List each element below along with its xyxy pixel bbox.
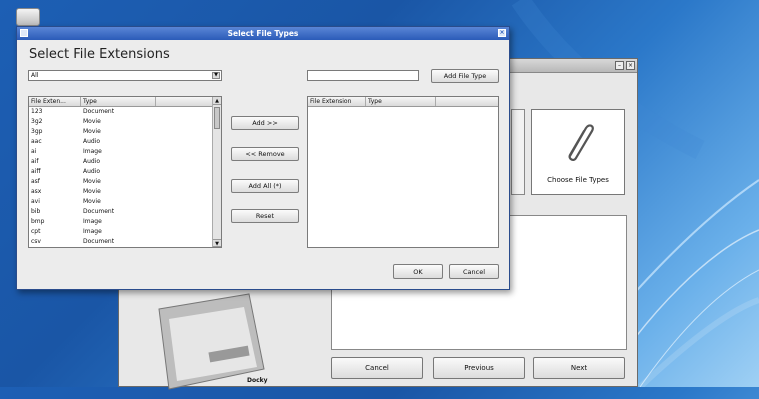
add-all-button[interactable]: Add All (*)	[231, 179, 299, 193]
type-cell: Movie	[83, 178, 101, 185]
extension-cell: csv	[31, 238, 41, 245]
extension-cell: asf	[31, 178, 40, 185]
dialog-title: Select File Types	[227, 29, 299, 38]
cancel-button[interactable]: Cancel	[449, 264, 499, 279]
selected-extensions-list[interactable]: File Extension Type	[307, 96, 499, 248]
wizard-cancel-button[interactable]: Cancel	[331, 357, 423, 379]
available-extensions-list[interactable]: File Exten... Type 123 Document 3g2 Movie 3g…	[28, 96, 222, 248]
extension-cell: aac	[31, 138, 42, 145]
paperclip-icon	[568, 124, 594, 161]
table-row[interactable]: csv Document	[29, 237, 221, 247]
type-cell: Movie	[83, 118, 101, 125]
column-header-extension[interactable]: File Exten...	[29, 97, 81, 106]
extension-cell: asx	[31, 188, 42, 195]
type-cell: Document	[83, 108, 115, 115]
type-cell: Audio	[83, 158, 101, 165]
scroll-down-icon[interactable]: ▼	[213, 239, 221, 247]
ok-button[interactable]: OK	[393, 264, 443, 279]
add-button[interactable]: Add >>	[231, 116, 299, 130]
table-row[interactable]: aiff Audio	[29, 167, 221, 177]
type-cell: Movie	[83, 128, 101, 135]
filter-value: All	[31, 72, 39, 79]
extension-cell: 123	[31, 108, 43, 115]
choose-file-types-tile[interactable]: Choose File Types	[531, 109, 625, 195]
extension-cell: aiff	[31, 168, 41, 175]
table-row[interactable]: 3g2 Movie	[29, 117, 221, 127]
extension-cell: 3g2	[31, 118, 43, 125]
available-list-header: File Exten... Type	[29, 97, 221, 107]
type-cell: Document	[83, 238, 115, 245]
table-row[interactable]: ai Image	[29, 147, 221, 157]
table-row[interactable]: cpt Image	[29, 227, 221, 237]
extension-cell: 3gp	[31, 128, 43, 135]
type-cell: Image	[83, 218, 102, 225]
wizard-next-button[interactable]: Next	[533, 357, 625, 379]
minimize-icon[interactable]: –	[615, 61, 624, 70]
extension-cell: bib	[31, 208, 41, 215]
type-cell: Document	[83, 208, 115, 215]
select-file-types-dialog: Select File Types × Select File Extensio…	[16, 26, 510, 290]
extension-cell: avi	[31, 198, 40, 205]
extension-cell: cpt	[31, 228, 41, 235]
choose-file-types-label: Choose File Types	[547, 176, 609, 184]
docky-label: Docky	[247, 377, 268, 384]
table-row[interactable]: 123 Document	[29, 107, 221, 117]
type-cell: Movie	[83, 188, 101, 195]
previous-option-tile[interactable]	[511, 109, 525, 195]
wizard-previous-button[interactable]: Previous	[433, 357, 525, 379]
extension-cell: bmp	[31, 218, 45, 225]
selected-list-header: File Extension Type	[308, 97, 498, 107]
selected-column-extension[interactable]: File Extension	[308, 97, 366, 106]
table-row[interactable]: bib Document	[29, 207, 221, 217]
table-row[interactable]: aac Audio	[29, 137, 221, 147]
type-cell: Image	[83, 148, 102, 155]
table-row[interactable]: avi Movie	[29, 197, 221, 207]
dialog-titlebar: Select File Types ×	[17, 27, 509, 40]
scroll-thumb[interactable]	[214, 107, 220, 129]
column-header-type[interactable]: Type	[81, 97, 156, 106]
window-menu-icon[interactable]	[20, 29, 28, 37]
table-row[interactable]: asf Movie	[29, 177, 221, 187]
extension-cell: ai	[31, 148, 37, 155]
dialog-heading: Select File Extensions	[29, 47, 170, 62]
close-icon[interactable]: ×	[626, 61, 635, 70]
chevron-down-icon[interactable]: ▼	[212, 72, 220, 79]
file-type-input[interactable]	[307, 70, 419, 81]
reset-button[interactable]: Reset	[231, 209, 299, 223]
available-list-scrollbar[interactable]: ▲ ▼	[212, 97, 221, 247]
extension-cell: aif	[31, 158, 39, 165]
remove-button[interactable]: << Remove	[231, 147, 299, 161]
file-type-filter-select[interactable]: All ▼	[28, 70, 222, 81]
type-cell: Audio	[83, 168, 101, 175]
add-file-type-button[interactable]: Add File Type	[431, 69, 499, 83]
type-cell: Movie	[83, 198, 101, 205]
type-cell: Image	[83, 228, 102, 235]
table-row[interactable]: aif Audio	[29, 157, 221, 167]
available-rows: 123 Document 3g2 Movie 3gp Movie aac Audio ai Ima…	[29, 107, 221, 247]
type-cell: Audio	[83, 138, 101, 145]
table-row[interactable]: asx Movie	[29, 187, 221, 197]
table-row[interactable]: bmp Image	[29, 217, 221, 227]
scroll-up-icon[interactable]: ▲	[213, 97, 221, 105]
table-row[interactable]: 3gp Movie	[29, 127, 221, 137]
selected-column-type[interactable]: Type	[366, 97, 436, 106]
dialog-close-icon[interactable]: ×	[498, 29, 506, 37]
